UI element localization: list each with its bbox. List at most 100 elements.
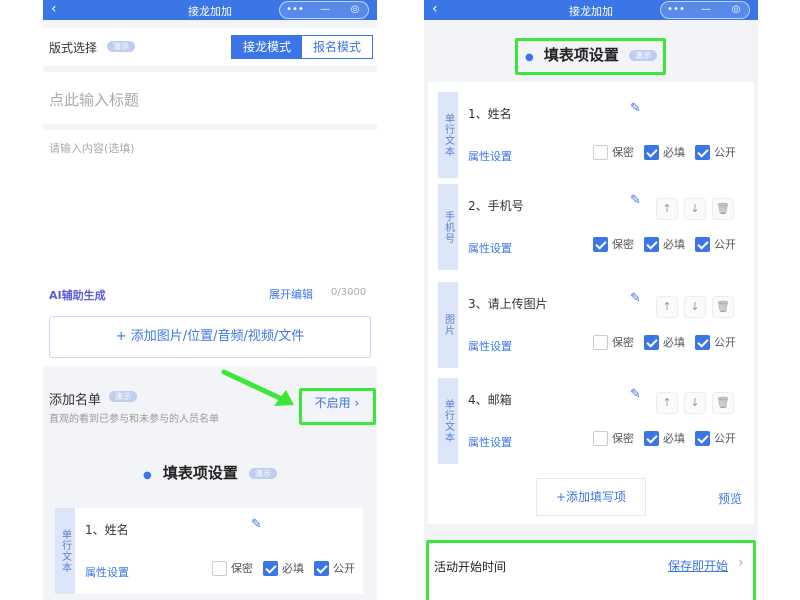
field-card: 图片 3、请上传图片 ✎ ↑ ↓ 🗑 属性设置 保密 必填 公开 (438, 282, 744, 368)
field-card: 手机号 2、手机号 ✎ ↑ ↓ 🗑 属性设置 保密 必填 公开 (438, 184, 744, 270)
required-checkbox[interactable]: 必填 (644, 236, 685, 252)
move-down-icon[interactable]: ↓ (684, 198, 706, 220)
field-type-label: 单行文本 (438, 378, 458, 464)
mini-program-capsule: ••• — ◎ (660, 1, 750, 19)
property-settings-link[interactable]: 属性设置 (468, 434, 512, 450)
delete-icon[interactable]: 🗑 (712, 296, 734, 318)
mini-program-capsule: ••• — ◎ (279, 1, 369, 19)
demo-badge[interactable]: 演示 (109, 391, 137, 402)
move-down-icon[interactable]: ↓ (684, 392, 706, 414)
move-down-icon[interactable]: ↓ (684, 296, 706, 318)
public-checkbox[interactable]: 公开 (695, 430, 736, 446)
minimize-icon[interactable]: — (310, 2, 340, 18)
edit-pencil-icon[interactable]: ✎ (630, 291, 641, 306)
property-settings-link[interactable]: 属性设置 (468, 240, 512, 256)
expand-edit-link[interactable]: 展开编辑 (269, 286, 313, 302)
delete-icon[interactable]: 🗑 (712, 392, 734, 414)
field-name: 1、姓名 (468, 107, 512, 121)
required-label: 必填 (282, 562, 304, 575)
highlight-box (426, 540, 756, 600)
required-checkbox[interactable]: 必填 (263, 560, 304, 576)
public-checkbox[interactable]: 公开 (695, 236, 736, 252)
left-phone-screen: ‹ 接龙加加 ••• — ◎ 版式选择 演示 接龙模式 报名模式 点此输入标题 … (43, 0, 377, 600)
field-options: 保密 必填 公开 (583, 236, 736, 252)
add-media-button[interactable]: + 添加图片/位置/音频/视频/文件 (49, 316, 371, 358)
mode-baoming-button[interactable]: 报名模式 (302, 36, 372, 58)
right-phone-screen: ‹ 接龙加加 ••• — ◎ ● 填表项设置 演示 单行文本 1、姓名 ✎ 属性设置保… (424, 0, 758, 600)
close-icon[interactable]: ◎ (340, 2, 370, 18)
field-type-label: 单行文本 (438, 92, 458, 178)
public-label: 公开 (714, 238, 736, 251)
checkbox-unchecked-icon (593, 144, 608, 160)
delete-icon[interactable]: 🗑 (712, 198, 734, 220)
field-card: 单行文本 1、姓名 ✎ 属性设置 保密 必填 公开 (55, 508, 363, 594)
edit-pencil-icon[interactable]: ✎ (630, 101, 641, 116)
edit-pencil-icon[interactable]: ✎ (630, 193, 641, 208)
public-checkbox[interactable]: 公开 (695, 144, 736, 160)
checkbox-checked-icon (593, 236, 608, 252)
ai-assist-link[interactable]: AI辅助生成 (49, 287, 106, 303)
title-input[interactable]: 点此输入标题 (49, 89, 139, 110)
public-label: 公开 (714, 336, 736, 349)
more-icon[interactable]: ••• (661, 2, 691, 18)
required-label: 必填 (663, 146, 685, 159)
format-select-card: 版式选择 演示 接龙模式 报名模式 (43, 28, 377, 66)
secret-label: 保密 (231, 562, 253, 575)
public-label: 公开 (714, 432, 736, 445)
title-bar: ‹ 接龙加加 ••• — ◎ (424, 0, 758, 20)
checkbox-unchecked-icon (593, 334, 608, 350)
field-name: 4、邮箱 (468, 393, 512, 407)
required-checkbox[interactable]: 必填 (644, 334, 685, 350)
edit-pencil-icon[interactable]: ✎ (630, 387, 641, 402)
field-type-label: 图片 (438, 282, 458, 368)
secret-checkbox[interactable]: 保密 (593, 430, 634, 446)
public-label: 公开 (333, 562, 355, 575)
highlight-box (515, 38, 666, 75)
preview-link[interactable]: 预览 (718, 490, 742, 507)
property-settings-link[interactable]: 属性设置 (468, 338, 512, 354)
checkbox-checked-icon (644, 430, 659, 446)
public-checkbox[interactable]: 公开 (314, 560, 355, 576)
name-list-title: 添加名单 (49, 393, 102, 408)
form-settings-title: 填表项设置 (162, 464, 238, 482)
title-input-card: 点此输入标题 (43, 72, 377, 124)
secret-label: 保密 (612, 146, 634, 159)
property-settings-link[interactable]: 属性设置 (468, 148, 512, 164)
checkbox-unchecked-icon (593, 430, 608, 446)
field-options: 保密 必填 公开 (583, 334, 736, 350)
bullet-icon: ● (143, 470, 152, 481)
name-list-description: 直观的看到已参与和未参与的人员名单 (49, 414, 219, 425)
secret-checkbox[interactable]: 保密 (593, 236, 634, 252)
demo-badge[interactable]: 演示 (107, 41, 135, 52)
title-bar: ‹ 接龙加加 ••• — ◎ (43, 0, 377, 20)
mode-jielong-button[interactable]: 接龙模式 (232, 36, 302, 58)
field-name: 2、手机号 (468, 199, 524, 213)
add-field-button[interactable]: +添加填写项 (536, 478, 646, 516)
public-checkbox[interactable]: 公开 (695, 334, 736, 350)
content-input[interactable]: 请输入内容(选填) (49, 140, 135, 156)
edit-pencil-icon[interactable]: ✎ (251, 517, 262, 532)
checkbox-checked-icon (695, 430, 710, 446)
field-name: 1、姓名 (85, 523, 129, 537)
demo-badge[interactable]: 演示 (248, 468, 277, 479)
field-options: 保密 必填 公开 (202, 560, 355, 576)
close-icon[interactable]: ◎ (721, 2, 751, 18)
required-label: 必填 (663, 336, 685, 349)
property-settings-link[interactable]: 属性设置 (85, 564, 129, 580)
field-card: 单行文本 4、邮箱 ✎ ↑ ↓ 🗑 属性设置 保密 必填 公开 (438, 378, 744, 464)
mode-switch: 接龙模式 报名模式 (231, 35, 373, 59)
required-checkbox[interactable]: 必填 (644, 144, 685, 160)
public-label: 公开 (714, 146, 736, 159)
more-icon[interactable]: ••• (280, 2, 310, 18)
move-up-icon[interactable]: ↑ (656, 296, 678, 318)
secret-checkbox[interactable]: 保密 (212, 560, 253, 576)
move-up-icon[interactable]: ↑ (656, 198, 678, 220)
minimize-icon[interactable]: — (691, 2, 721, 18)
secret-label: 保密 (612, 432, 634, 445)
field-options: 保密 必填 公开 (583, 430, 736, 446)
move-up-icon[interactable]: ↑ (656, 392, 678, 414)
required-checkbox[interactable]: 必填 (644, 430, 685, 446)
secret-checkbox[interactable]: 保密 (593, 334, 634, 350)
secret-checkbox[interactable]: 保密 (593, 144, 634, 160)
checkbox-checked-icon (644, 144, 659, 160)
